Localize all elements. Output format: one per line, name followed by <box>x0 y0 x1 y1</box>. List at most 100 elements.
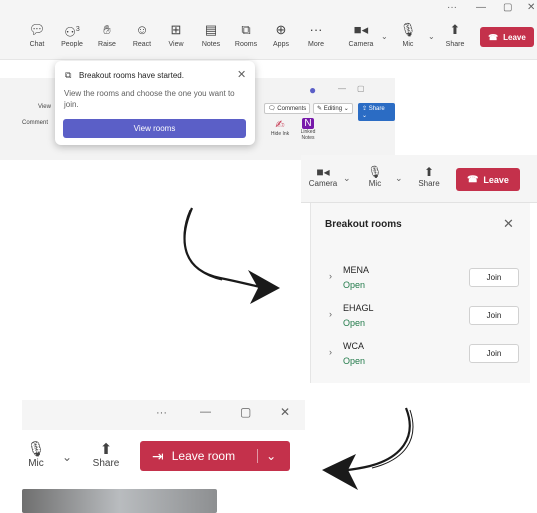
mic-chevron-icon[interactable]: ⌄ <box>428 32 435 41</box>
room-status: Open <box>343 318 366 328</box>
pencil-icon: ✎ <box>317 106 324 112</box>
chevron-right-icon[interactable]: › <box>329 271 332 281</box>
share-button[interactable]: ⬆ Share <box>90 440 122 469</box>
comments-button[interactable]: 🗨︎ Comments <box>264 103 311 114</box>
more-icon: ··· <box>309 22 323 37</box>
rooms-icon: ⧉ <box>65 70 72 80</box>
camera-button[interactable]: ■◂ Camera <box>307 165 339 188</box>
arrow-down-right-icon <box>183 207 280 304</box>
camera-icon: ■◂ <box>353 22 369 37</box>
maximize-icon[interactable]: ▢ <box>240 405 251 419</box>
room-status: Open <box>343 356 366 366</box>
hide-ink-button[interactable]: ✍︎ Hide Ink <box>268 118 292 137</box>
leave-button[interactable]: ☎︎ Leave <box>456 168 520 191</box>
join-ehagl-button[interactable]: Join <box>469 306 519 325</box>
ink-icon: ✍︎ <box>275 119 285 131</box>
avatar[interactable]: ● <box>309 83 316 97</box>
maximize-icon[interactable]: ▢ <box>503 2 512 13</box>
meeting-toolbar: ··· — ▢ ✕ 💬︎ Chat ⚇3 People ✋︎ Raise ☺ R… <box>0 0 537 60</box>
camera-icon: ■◂ <box>316 165 330 179</box>
join-mena-button[interactable]: Join <box>469 268 519 287</box>
mic-chevron-icon[interactable]: ⌄ <box>395 173 403 184</box>
room-row-wca[interactable]: › WCA Open Join <box>311 337 531 371</box>
mic-button[interactable]: 🎙︎ Mic <box>359 165 391 188</box>
apps-button[interactable]: ⊕ Apps <box>263 22 299 48</box>
tab-comment[interactable]: Comment <box>22 120 48 126</box>
chat-icon: 💬︎ <box>28 22 46 37</box>
apps-icon: ⊕ <box>275 22 287 37</box>
people-icon: ⚇3 <box>64 24 80 40</box>
mic-chevron-icon[interactable]: ⌄ <box>62 450 72 464</box>
room-row-mena[interactable]: › MENA Open Join <box>311 261 531 295</box>
more-button[interactable]: ··· More <box>298 22 334 48</box>
minimize-icon[interactable]: — <box>476 2 486 13</box>
join-wca-button[interactable]: Join <box>469 344 519 363</box>
camera-button[interactable]: ■◂ Camera <box>343 22 379 48</box>
smile-icon: ☺ <box>135 22 149 37</box>
close-window-icon[interactable]: ✕ <box>280 405 290 419</box>
hang-up-icon: ☎︎ <box>467 174 479 184</box>
leave-room-button[interactable]: ⇥ Leave room ⌄ <box>140 441 290 471</box>
mic-button[interactable]: 🎙︎ Mic <box>22 440 50 469</box>
maximize-icon[interactable]: ▢ <box>357 84 365 93</box>
room-name: EHAGL <box>343 303 374 313</box>
share-doc-button[interactable]: ⇪ Share ⌄ <box>358 103 395 121</box>
window-title-bar: ··· — ▢ ✕ <box>22 400 305 430</box>
close-icon[interactable]: ✕ <box>237 68 246 81</box>
room-controls-bar: 🎙︎ Mic ⌄ ⬆ Share ⇥ Leave room ⌄ <box>22 430 305 485</box>
onenote-icon: N <box>302 118 314 129</box>
linked-notes-button[interactable]: N Linked Notes <box>295 118 321 141</box>
breakout-rooms-panel: Breakout rooms ✕ › MENA Open Join › EHAG… <box>310 203 530 383</box>
close-icon[interactable]: ✕ <box>503 216 514 232</box>
notification-title: Breakout rooms have started. <box>79 71 184 80</box>
hang-up-icon: ☎︎ <box>488 32 499 42</box>
minimize-icon[interactable]: — <box>200 406 211 418</box>
rooms-button[interactable]: ⧉ Rooms <box>228 22 264 48</box>
room-status: Open <box>343 280 366 290</box>
chat-button[interactable]: 💬︎ Chat <box>19 22 55 48</box>
notes-icon: ▤ <box>204 22 218 37</box>
more-options-icon[interactable]: ··· <box>156 407 167 419</box>
share-icon: ⇪ <box>362 106 369 112</box>
more-options-icon[interactable]: ··· <box>447 2 457 13</box>
comment-icon: 🗨︎ <box>268 106 278 112</box>
people-count-badge: 3 <box>75 26 80 33</box>
camera-chevron-icon[interactable]: ⌄ <box>343 173 351 184</box>
mic-off-icon: 🎙︎ <box>367 165 383 179</box>
mic-icon: 🎙︎ <box>26 441 46 458</box>
share-icon: ⬆ <box>449 22 461 37</box>
view-button[interactable]: ⊞ View <box>158 22 194 48</box>
video-tile <box>22 489 217 513</box>
view-rooms-button[interactable]: View rooms <box>63 119 246 138</box>
breakout-notification: ⧉ Breakout rooms have started. ✕ View th… <box>55 61 255 145</box>
view-icon: ⊞ <box>170 22 182 37</box>
close-window-icon[interactable]: ✕ <box>527 2 535 13</box>
room-name: MENA <box>343 265 370 275</box>
react-button[interactable]: ☺ React <box>124 22 160 48</box>
camera-chevron-icon[interactable]: ⌄ <box>381 32 388 41</box>
chevron-right-icon[interactable]: › <box>329 347 332 357</box>
share-icon: ⬆ <box>99 441 113 458</box>
share-button[interactable]: ⬆ Share <box>437 22 473 48</box>
arrow-down-left-icon <box>322 407 414 490</box>
leave-door-icon: ⇥ <box>152 447 164 464</box>
meeting-controls-bar: ■◂ Camera ⌄ 🎙︎ Mic ⌄ ⬆ Share ☎︎ Leave <box>301 155 537 203</box>
minimize-icon[interactable]: — <box>338 84 346 93</box>
leave-chevron-icon[interactable]: ⌄ <box>257 449 276 463</box>
leave-button[interactable]: ☎︎ Leave <box>480 27 534 47</box>
room-name: WCA <box>343 341 364 351</box>
people-button[interactable]: ⚇3 People <box>54 22 90 48</box>
panel-title: Breakout rooms <box>325 219 402 230</box>
tab-view[interactable]: View <box>38 104 51 110</box>
rooms-icon: ⧉ <box>241 22 251 37</box>
room-row-ehagl[interactable]: › EHAGL Open Join <box>311 299 531 333</box>
mic-button[interactable]: 🎙︎ Mic <box>390 22 426 48</box>
hand-icon: ✋︎ <box>103 22 111 37</box>
editing-button[interactable]: ✎ Editing ⌄ <box>313 103 353 114</box>
raise-hand-button[interactable]: ✋︎ Raise <box>89 22 125 48</box>
chevron-right-icon[interactable]: › <box>329 309 332 319</box>
share-button[interactable]: ⬆ Share <box>413 165 445 188</box>
notes-button[interactable]: ▤ Notes <box>193 22 229 48</box>
mic-icon: 🎙︎ <box>399 22 417 37</box>
notification-body: View the rooms and choose the one you wa… <box>64 89 235 109</box>
